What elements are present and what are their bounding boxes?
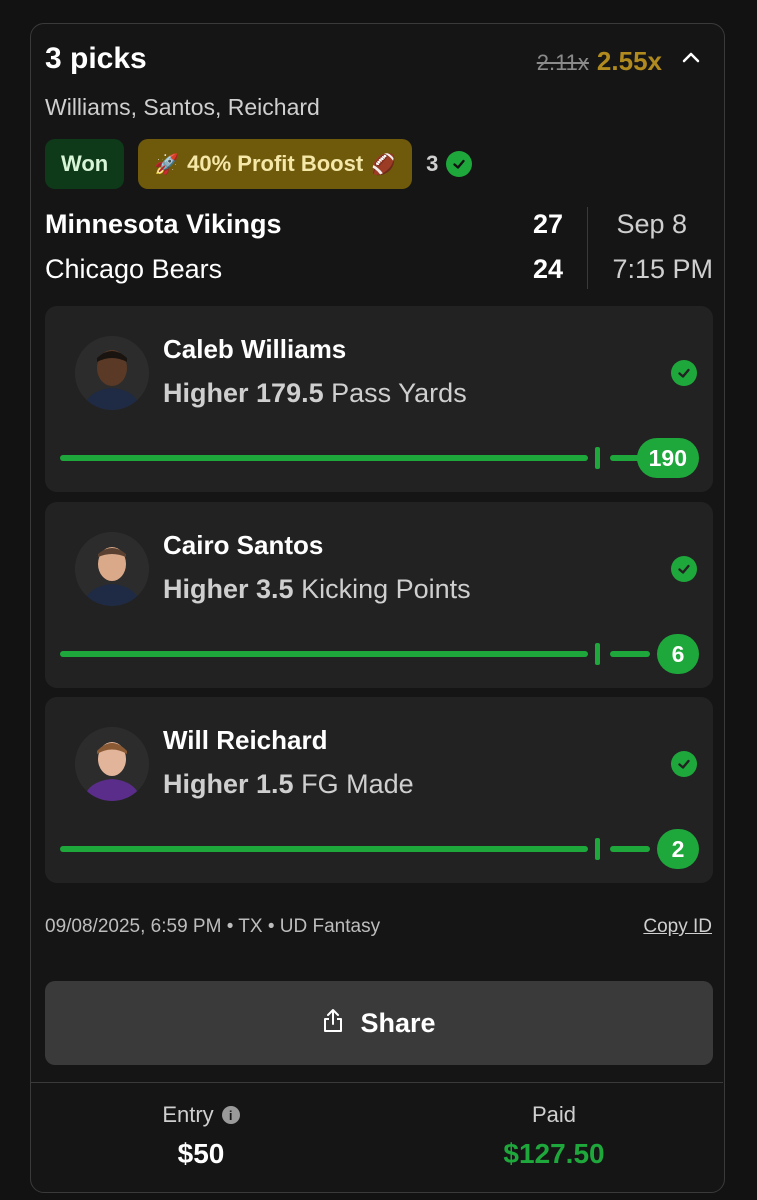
pick-value: 1.5 xyxy=(256,769,294,799)
status-badges: Won 🚀 40% Profit Boost 🏈 3 xyxy=(45,139,473,189)
pick-line: Higher 3.5 Kicking Points xyxy=(163,574,471,605)
player-name: Cairo Santos xyxy=(163,530,324,560)
pick-direction: Higher xyxy=(163,769,249,799)
game-time: 7:15 PM xyxy=(612,254,713,284)
footer-divider xyxy=(31,1082,723,1083)
pick-stat: Pass Yards xyxy=(331,378,467,408)
pick-stat: FG Made xyxy=(301,769,414,799)
share-button[interactable]: Share xyxy=(45,981,713,1065)
divider xyxy=(587,207,588,289)
progress-track xyxy=(60,651,588,657)
info-icon[interactable]: i xyxy=(221,1106,240,1124)
check-icon xyxy=(671,751,697,777)
check-icon xyxy=(446,151,473,177)
rocket-icon: 🚀 xyxy=(154,153,180,176)
paid-summary: Paid $127.50 xyxy=(394,1102,714,1170)
hit-count: 3 xyxy=(426,151,473,177)
pick-direction: Higher xyxy=(163,574,249,604)
progress-track xyxy=(60,846,588,852)
progress-track xyxy=(60,455,588,461)
game-date: Sep 8 xyxy=(616,209,687,239)
boosted-multiplier: 2.55x xyxy=(596,46,662,76)
check-icon xyxy=(671,556,697,582)
player-name: Caleb Williams xyxy=(163,334,347,364)
result-pill: 6 xyxy=(657,634,699,674)
pick-card[interactable]: Cairo Santos Higher 3.5 Kicking Points 6 xyxy=(45,502,713,688)
paid-label: Paid xyxy=(531,1102,577,1127)
player-name: Will Reichard xyxy=(163,725,328,755)
pick-value: 179.5 xyxy=(256,378,324,408)
pick-card[interactable]: Caleb Williams Higher 179.5 Pass Yards 1… xyxy=(45,306,713,492)
line-marker xyxy=(595,838,600,860)
paid-amount: $127.50 xyxy=(503,1138,605,1169)
entry-amount: $50 xyxy=(177,1138,225,1169)
player-names: Williams, Santos, Reichard xyxy=(45,94,320,120)
old-multiplier: 2.11x xyxy=(536,50,589,75)
line-marker xyxy=(595,643,600,665)
entry-card: 3 picks 2.11x 2.55x Williams, Santos, Rei… xyxy=(30,23,725,1193)
share-icon xyxy=(322,1007,344,1040)
won-badge: Won xyxy=(45,139,125,189)
player-avatar xyxy=(75,727,149,801)
player-avatar xyxy=(75,336,149,410)
entry-meta: 09/08/2025, 6:59 PM • TX • UD Fantasy xyxy=(45,916,381,937)
progress-track-end xyxy=(610,651,650,657)
pick-direction: Higher xyxy=(163,378,249,408)
entry-label: Entry xyxy=(162,1102,214,1127)
picks-title: 3 picks xyxy=(45,42,147,75)
result-pill: 190 xyxy=(636,438,699,478)
pick-value: 3.5 xyxy=(256,574,294,604)
game-summary: Minnesota Vikings Chicago Bears 27 24 Se… xyxy=(45,207,713,297)
entry-label-row: Entry i xyxy=(41,1102,361,1128)
pick-card[interactable]: Will Reichard Higher 1.5 FG Made 2 xyxy=(45,697,713,883)
pick-stat: Kicking Points xyxy=(301,574,471,604)
progress-track-end xyxy=(610,846,650,852)
team-away: Chicago Bears xyxy=(45,254,223,284)
multiplier: 2.11x 2.55x xyxy=(537,46,662,77)
hit-count-value: 3 xyxy=(426,151,439,176)
team-home: Minnesota Vikings xyxy=(45,209,282,239)
copy-id-link[interactable]: Copy ID xyxy=(643,916,712,938)
pick-line: Higher 179.5 Pass Yards xyxy=(163,378,467,409)
line-marker xyxy=(595,447,600,469)
player-avatar xyxy=(75,532,149,606)
collapse-chevron-up-icon[interactable] xyxy=(676,42,706,72)
score-away: 24 xyxy=(532,254,563,284)
profit-boost-badge: 🚀 40% Profit Boost 🏈 xyxy=(138,139,413,189)
share-label: Share xyxy=(360,1007,436,1038)
check-icon xyxy=(671,360,697,386)
pick-line: Higher 1.5 FG Made xyxy=(163,769,414,800)
football-icon: 🏈 xyxy=(371,153,397,176)
result-pill: 2 xyxy=(657,829,699,869)
score-home: 27 xyxy=(532,209,563,239)
boost-label: 40% Profit Boost xyxy=(187,151,364,176)
entry-summary: Entry i $50 xyxy=(41,1102,361,1170)
